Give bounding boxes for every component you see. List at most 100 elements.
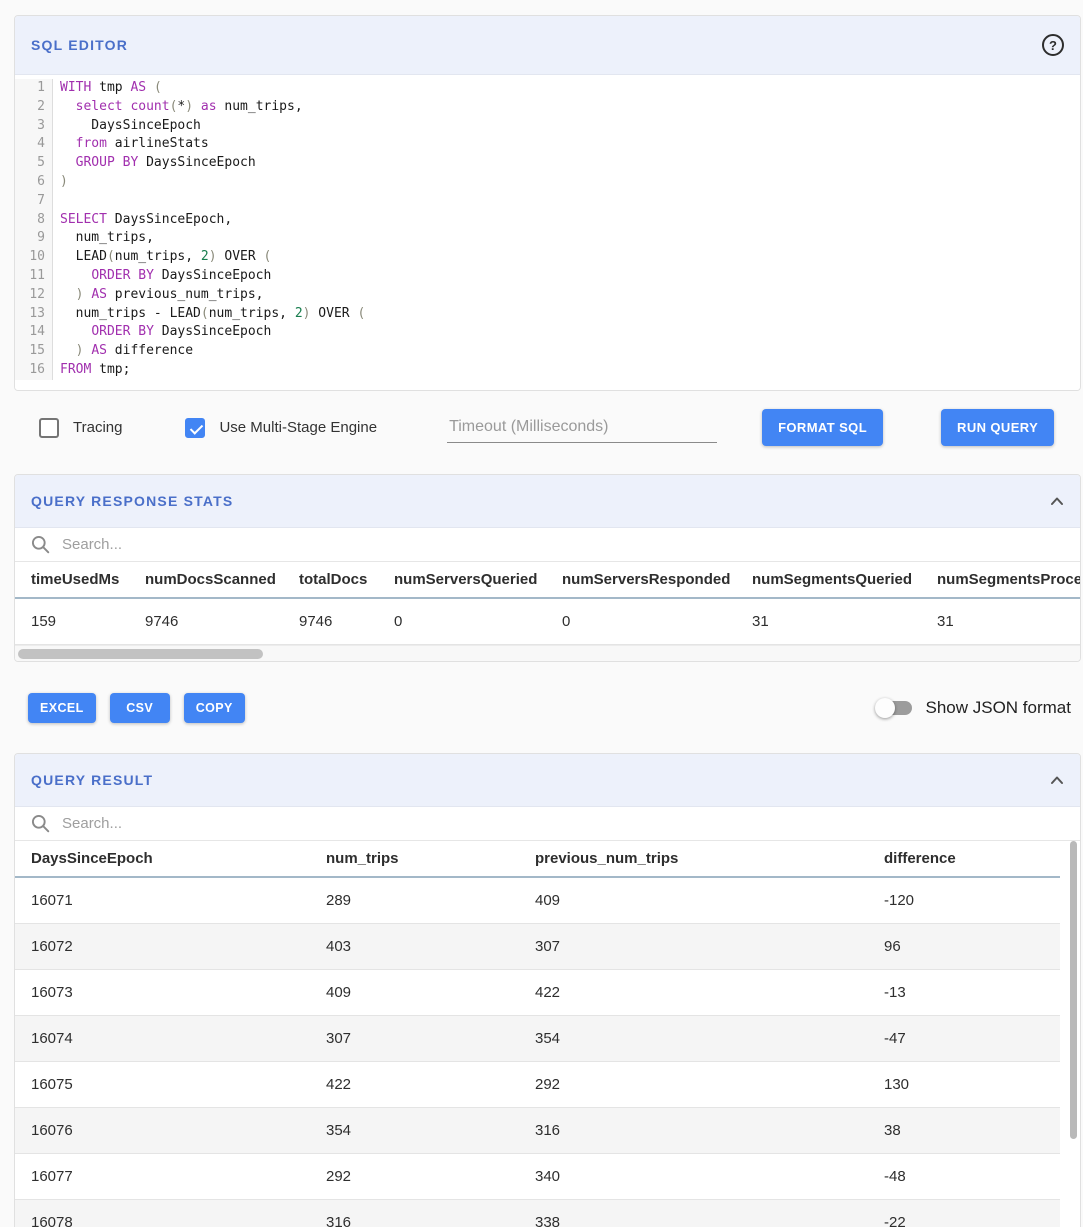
stats-table-wrap: timeUsedMsnumDocsScannedtotalDocsnumServ… [15, 562, 1080, 645]
table-cell: 354 [519, 1015, 868, 1061]
table-cell: 0 [378, 598, 546, 645]
table-cell: 292 [310, 1153, 519, 1199]
code-line: 5 GROUP BY DaysSinceEpoch [15, 154, 1080, 173]
table-cell: 96 [868, 923, 1060, 969]
code-text: from airlineStats [53, 135, 209, 154]
line-number: 1 [15, 79, 53, 98]
table-cell: 16074 [15, 1015, 310, 1061]
run-query-button[interactable]: RUN QUERY [941, 409, 1054, 446]
table-cell: 292 [519, 1061, 868, 1107]
table-cell: 38 [868, 1107, 1060, 1153]
table-cell: 31 [736, 598, 921, 645]
table-cell: 16071 [15, 877, 310, 924]
help-icon[interactable]: ? [1042, 34, 1064, 56]
table-cell: 409 [519, 877, 868, 924]
column-header[interactable]: difference [868, 841, 1060, 877]
line-number: 5 [15, 154, 53, 173]
column-header[interactable]: totalDocs [283, 562, 378, 598]
code-line: 10 LEAD(num_trips, 2) OVER ( [15, 248, 1080, 267]
collapse-result-icon[interactable] [1050, 775, 1064, 785]
table-cell: 289 [310, 877, 519, 924]
format-sql-button[interactable]: FORMAT SQL [762, 409, 883, 446]
code-text: GROUP BY DaysSinceEpoch [53, 154, 256, 173]
table-cell: 409 [310, 969, 519, 1015]
code-text: select count(*) as num_trips, [53, 98, 303, 117]
copy-button[interactable]: COPY [184, 693, 245, 723]
multistage-checkbox[interactable] [185, 418, 205, 438]
json-toggle-group: Show JSON format [878, 698, 1072, 718]
column-header[interactable]: numServersResponded [546, 562, 736, 598]
column-header[interactable]: numDocsScanned [129, 562, 283, 598]
table-row: 16078316338-22 [15, 1199, 1060, 1227]
table-cell: 16072 [15, 923, 310, 969]
code-line: 14 ORDER BY DaysSinceEpoch [15, 323, 1080, 342]
line-number: 14 [15, 323, 53, 342]
code-line: 6) [15, 173, 1080, 192]
show-json-toggle[interactable] [878, 698, 912, 718]
table-header-row: timeUsedMsnumDocsScannedtotalDocsnumServ… [15, 562, 1080, 598]
result-vertical-scrollbar[interactable] [1070, 841, 1077, 1139]
line-number: 7 [15, 192, 53, 211]
column-header[interactable]: numSegmentsProcessed [921, 562, 1080, 598]
csv-button[interactable]: CSV [110, 693, 170, 723]
multistage-checkbox-group[interactable]: Use Multi-Stage Engine [185, 418, 377, 438]
stats-search-input[interactable] [62, 536, 1064, 553]
table-cell: -48 [868, 1153, 1060, 1199]
code-text: num_trips, [53, 229, 154, 248]
code-text: WITH tmp AS ( [53, 79, 162, 98]
column-header[interactable]: numSegmentsQueried [736, 562, 921, 598]
table-cell: 354 [310, 1107, 519, 1153]
line-number: 2 [15, 98, 53, 117]
code-text: SELECT DaysSinceEpoch, [53, 211, 232, 230]
table-cell: 422 [310, 1061, 519, 1107]
tracing-checkbox[interactable] [39, 418, 59, 438]
export-row: EXCEL CSV COPY Show JSON format [28, 691, 1071, 725]
line-number: 10 [15, 248, 53, 267]
result-search-input[interactable] [62, 815, 1064, 832]
sql-code-editor[interactable]: 1WITH tmp AS (2 select count(*) as num_t… [15, 75, 1080, 390]
show-json-label: Show JSON format [926, 698, 1072, 718]
code-text: ) AS difference [53, 342, 193, 361]
line-number: 16 [15, 361, 53, 380]
table-cell: 307 [310, 1015, 519, 1061]
table-cell: 9746 [283, 598, 378, 645]
timeout-input[interactable] [447, 412, 717, 443]
table-cell: 316 [310, 1199, 519, 1227]
code-line: 1WITH tmp AS ( [15, 79, 1080, 98]
code-text: FROM tmp; [53, 361, 130, 380]
code-line: 13 num_trips - LEAD(num_trips, 2) OVER ( [15, 305, 1080, 324]
table-row: 16071289409-120 [15, 877, 1060, 924]
table-cell: 31 [921, 598, 1080, 645]
column-header[interactable]: timeUsedMs [15, 562, 129, 598]
stats-scrollbar-thumb[interactable] [18, 649, 263, 659]
table-cell: 16076 [15, 1107, 310, 1153]
table-cell: -47 [868, 1015, 1060, 1061]
code-line: 11 ORDER BY DaysSinceEpoch [15, 267, 1080, 286]
result-header: QUERY RESULT [15, 754, 1080, 807]
code-line: 15 ) AS difference [15, 342, 1080, 361]
stats-horizontal-scrollbar[interactable] [15, 645, 1080, 661]
table-row: 15997469746003131 [15, 598, 1080, 645]
tracing-checkbox-group[interactable]: Tracing [39, 418, 122, 438]
table-cell: 338 [519, 1199, 868, 1227]
excel-button[interactable]: EXCEL [28, 693, 96, 723]
code-line: 2 select count(*) as num_trips, [15, 98, 1080, 117]
column-header[interactable]: numServersQueried [378, 562, 546, 598]
line-number: 12 [15, 286, 53, 305]
code-line: 9 num_trips, [15, 229, 1080, 248]
column-header[interactable]: DaysSinceEpoch [15, 841, 310, 877]
collapse-stats-icon[interactable] [1050, 496, 1064, 506]
table-cell: 16073 [15, 969, 310, 1015]
stats-header: QUERY RESPONSE STATS [15, 475, 1080, 528]
line-number: 15 [15, 342, 53, 361]
result-table: DaysSinceEpochnum_tripsprevious_num_trip… [15, 841, 1060, 1227]
column-header[interactable]: previous_num_trips [519, 841, 868, 877]
table-row: 16075422292130 [15, 1061, 1060, 1107]
result-title: QUERY RESULT [31, 772, 153, 788]
stats-table: timeUsedMsnumDocsScannedtotalDocsnumServ… [15, 562, 1080, 645]
column-header[interactable]: num_trips [310, 841, 519, 877]
table-row: 1607240330796 [15, 923, 1060, 969]
table-cell: 340 [519, 1153, 868, 1199]
table-cell: 130 [868, 1061, 1060, 1107]
query-result-card: QUERY RESULT DaysSinceEpochnum_tripsprev… [14, 753, 1081, 1227]
